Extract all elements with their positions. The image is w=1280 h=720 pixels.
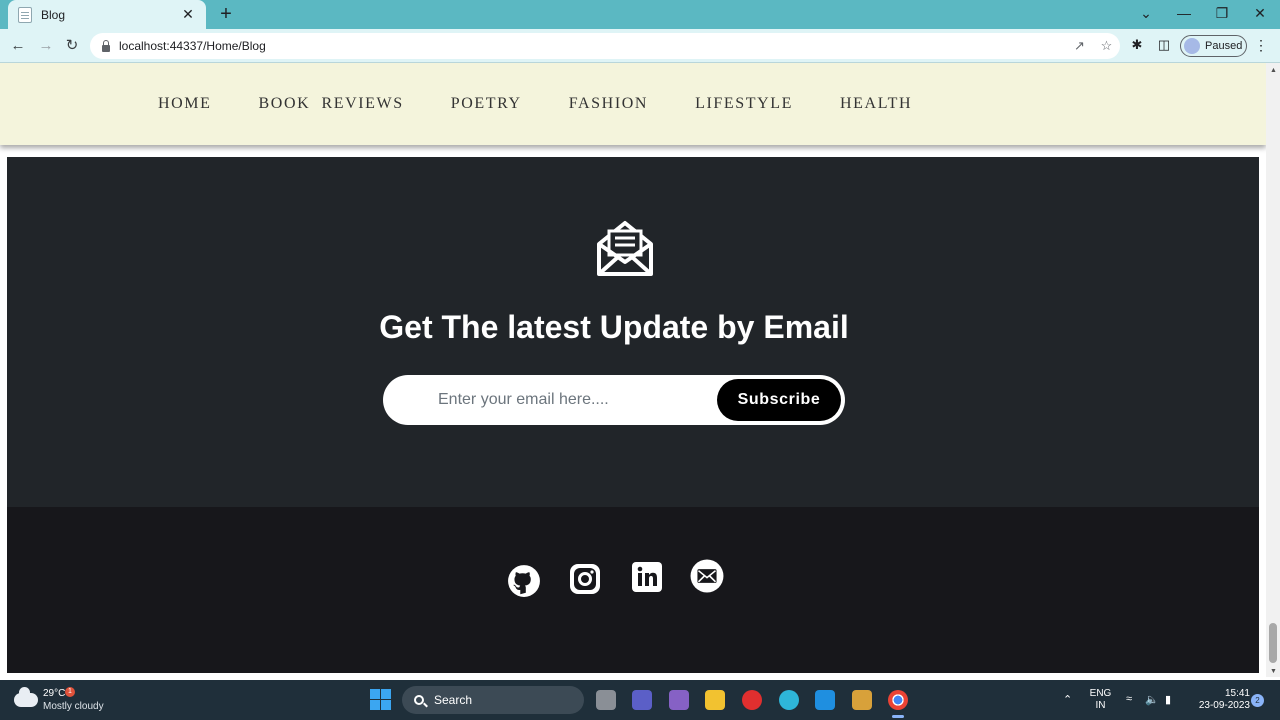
profile-button[interactable]: Paused	[1180, 35, 1247, 57]
bookmark-star-icon[interactable]: ☆	[1093, 38, 1120, 54]
search-label: Search	[434, 693, 473, 707]
nav-poetry[interactable]: POETRY	[451, 95, 522, 113]
clock-time: 15:41	[1224, 688, 1250, 699]
restore-button[interactable]: ❐	[1211, 3, 1233, 25]
share-icon[interactable]: ↗	[1066, 38, 1093, 54]
scroll-down-icon[interactable]: ▼	[1270, 668, 1277, 675]
windows-taskbar: 29°C Mostly cloudy 1 Search ⌃ ENG IN ≈ 🔈…	[0, 680, 1280, 720]
speaker-muted-icon[interactable]: 🔈	[1145, 693, 1159, 706]
language-indicator[interactable]: ENG IN	[1088, 688, 1113, 712]
site-navigation: HOME BOOK REVIEWS POETRY FASHION LIFESTY…	[0, 63, 1266, 145]
tab-close-icon[interactable]: ✕	[180, 6, 196, 23]
weather-widget[interactable]: 29°C Mostly cloudy 1	[14, 687, 104, 713]
linkedin-icon[interactable]	[630, 560, 664, 594]
region-code: IN	[1095, 700, 1106, 711]
clock[interactable]: 15:41 23-09-2023	[1186, 688, 1250, 712]
file-explorer-icon[interactable]	[705, 690, 725, 710]
tray-overflow-chevron-icon[interactable]: ⌃	[1063, 693, 1072, 706]
extensions-puzzle-icon[interactable]: ✱	[1128, 37, 1146, 53]
page-scrollbar[interactable]: ▲ ▼	[1266, 63, 1280, 677]
taskbar-search[interactable]: Search	[402, 686, 584, 714]
nav-health[interactable]: HEALTH	[840, 95, 912, 113]
tab-title: Blog	[41, 7, 66, 22]
opera-icon[interactable]	[742, 690, 762, 710]
sql-tool-icon[interactable]	[852, 690, 872, 710]
edge-icon[interactable]	[779, 690, 799, 710]
github-icon[interactable]	[507, 564, 541, 598]
newsletter-section: Get The latest Update by Email Subscribe	[7, 157, 1259, 507]
newsletter-title: Get The latest Update by Email	[379, 309, 849, 345]
search-icon	[414, 695, 424, 705]
lock-icon[interactable]	[102, 39, 110, 52]
nav-home[interactable]: HOME	[158, 95, 212, 113]
wifi-icon[interactable]: ≈	[1126, 693, 1132, 705]
browser-tab-strip: Blog ✕ + ⌄ — ❐ ✕	[0, 0, 1280, 29]
reload-icon[interactable]: ↻	[61, 35, 83, 57]
weather-description: Mostly cloudy	[43, 701, 104, 712]
page-viewport: HOME BOOK REVIEWS POETRY FASHION LIFESTY…	[0, 63, 1266, 677]
scroll-up-icon[interactable]: ▲	[1270, 67, 1277, 74]
language-code: ENG	[1089, 688, 1112, 699]
mail-icon[interactable]	[690, 559, 724, 593]
page-favicon-icon	[18, 6, 32, 23]
back-arrow-icon[interactable]: ←	[7, 35, 29, 57]
email-input[interactable]	[438, 391, 708, 409]
minimize-button[interactable]: —	[1173, 3, 1195, 25]
start-button[interactable]	[370, 689, 391, 710]
envelope-open-icon	[597, 221, 653, 276]
profile-status: Paused	[1205, 40, 1243, 52]
nav-lifestyle[interactable]: LIFESTYLE	[695, 95, 793, 113]
browser-tab[interactable]: Blog ✕	[8, 0, 206, 29]
address-bar[interactable]: localhost:44337/Home/Blog ↗ ☆	[90, 33, 1120, 59]
forward-arrow-icon[interactable]: →	[35, 35, 57, 57]
cloud-icon	[14, 687, 38, 707]
instagram-icon[interactable]	[568, 562, 602, 596]
new-tab-button[interactable]: +	[216, 4, 236, 24]
notification-badge[interactable]: 2	[1251, 694, 1264, 707]
avatar	[1184, 38, 1200, 54]
nav-fashion[interactable]: FASHION	[569, 95, 648, 113]
weather-alert-badge: 1	[65, 687, 75, 697]
scrollbar-thumb[interactable]	[1269, 623, 1277, 663]
teams-chat-icon[interactable]	[632, 690, 652, 710]
side-panel-icon[interactable]: ◫	[1155, 37, 1173, 53]
site-footer	[7, 507, 1259, 673]
chrome-icon[interactable]	[888, 690, 908, 718]
browser-menu-icon[interactable]: ⋮	[1254, 37, 1268, 54]
browser-toolbar: ← → ↻ localhost:44337/Home/Blog ↗ ☆ ✱ ◫ …	[0, 29, 1280, 63]
task-view-icon[interactable]	[596, 690, 616, 710]
subscribe-button[interactable]: Subscribe	[717, 379, 841, 421]
clock-date: 23-09-2023	[1198, 700, 1250, 711]
nav-book-reviews[interactable]: BOOK REVIEWS	[259, 95, 404, 113]
windows-logo-icon	[370, 689, 380, 699]
notepad-icon[interactable]	[815, 690, 835, 710]
visual-studio-icon[interactable]	[669, 690, 689, 710]
battery-icon[interactable]: ▮	[1165, 693, 1171, 706]
close-window-button[interactable]: ✕	[1249, 3, 1271, 25]
url-text[interactable]: localhost:44337/Home/Blog	[119, 39, 1066, 53]
tab-search-icon[interactable]: ⌄	[1135, 3, 1157, 25]
subscribe-form: Subscribe	[383, 375, 845, 425]
